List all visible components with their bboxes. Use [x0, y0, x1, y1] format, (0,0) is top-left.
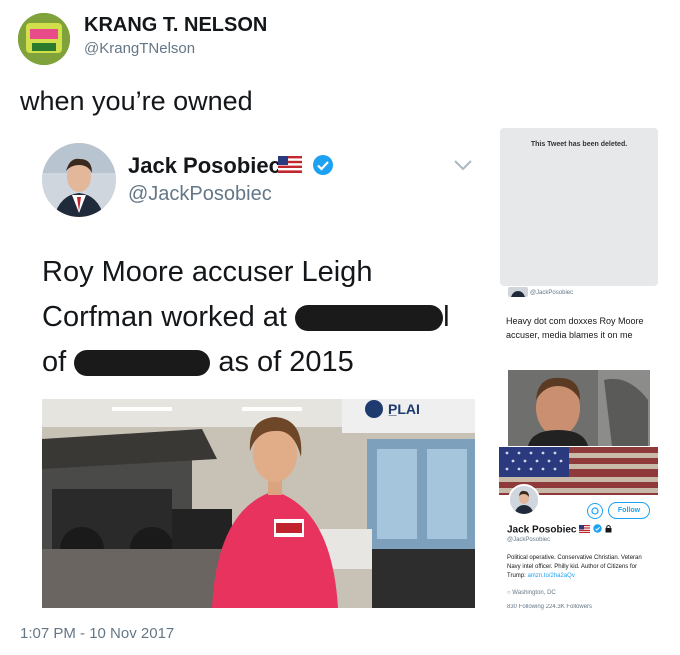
embedded-text-line-3: of as of 2015: [42, 340, 482, 385]
embedded-author-handle: @JackPosobiec: [128, 183, 272, 205]
mini-tweet-text: Heavy dot com doxxes Roy Moore accuser, …: [506, 316, 644, 340]
line3-end: as of 2015: [218, 346, 354, 378]
embedded-text-line-2: Corfman worked at l: [42, 295, 482, 340]
profile-bio-link[interactable]: amzn.to/2ha2aQv: [527, 573, 574, 579]
line3-start: of: [42, 346, 67, 378]
dealer-sign-text: P̲LAI: [388, 401, 420, 417]
profile-location: ○ Washington, DC: [507, 590, 556, 596]
posobiec-avatar: [42, 143, 116, 217]
video-thumbnail[interactable]: [508, 370, 650, 446]
dealership-photo: P̲LAI: [42, 399, 475, 608]
profile-avatar[interactable]: [508, 484, 540, 516]
profile-name: Jack Posobiec: [507, 524, 612, 536]
profile-bio: Political operative. Conservative Christ…: [507, 554, 655, 581]
profile-handle: @JackPosobiec: [507, 537, 551, 543]
follow-button[interactable]: Follow: [608, 502, 650, 519]
redaction-bar: [74, 350, 211, 377]
redaction-bar: [295, 305, 444, 332]
outer-tweet-timestamp[interactable]: 1:07 PM - 10 Nov 2017: [20, 625, 174, 642]
embedded-author-name: Jack Posobiec: [128, 153, 281, 178]
verified-badge-icon: [312, 154, 334, 176]
outer-author-name[interactable]: KRANG T. NELSON: [84, 14, 267, 37]
deleted-tweet-card: [500, 128, 658, 286]
location-pin-icon: ○: [507, 590, 511, 596]
profile-location-text: Washington, DC: [512, 590, 556, 596]
embedded-tweet-text: Roy Moore accuser Leigh Corfman worked a…: [42, 250, 482, 385]
gear-icon[interactable]: [587, 503, 603, 519]
mini-author-handle: @JackPosobiec: [530, 290, 574, 296]
profile-stats: 830 Following 224.3K Followers: [507, 604, 593, 610]
krang-avatar[interactable]: [18, 13, 70, 65]
verified-badge-icon: [593, 524, 602, 536]
line2-start: Corfman worked at: [42, 301, 287, 333]
outer-author-handle[interactable]: @KrangTNelson: [84, 40, 195, 57]
us-flag-icon: [278, 156, 302, 173]
profile-name-text: Jack Posobiec: [507, 524, 577, 536]
chevron-down-icon: [452, 158, 474, 172]
deleted-tweet-notice: This Tweet has been deleted.: [530, 141, 628, 148]
mini-avatar-strip: [500, 287, 658, 301]
embedded-text-line-1: Roy Moore accuser Leigh: [42, 256, 373, 288]
line2-end: l: [443, 301, 450, 333]
outer-tweet-text: when you’re owned: [20, 86, 253, 116]
lock-icon: [605, 524, 612, 536]
us-flag-icon: [579, 524, 591, 536]
